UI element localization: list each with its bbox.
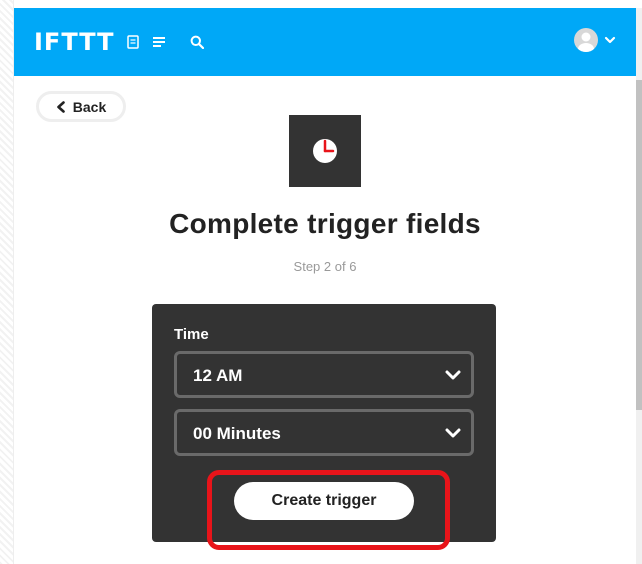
- time-field-label: Time: [174, 326, 209, 343]
- page-title: Complete trigger fields: [169, 208, 481, 239]
- list-icon[interactable]: [152, 35, 166, 49]
- scrollbar-thumb[interactable]: [636, 80, 642, 410]
- hour-select[interactable]: 12 AM: [174, 351, 474, 398]
- chevron-left-icon: [56, 100, 65, 113]
- step-indicator: Step 2 of 6: [293, 259, 357, 274]
- clock-icon: [313, 139, 337, 163]
- hour-select-value: 12 AM: [193, 366, 243, 385]
- top-navigation-bar: IFTTT: [14, 8, 636, 76]
- chevron-down-icon: [445, 370, 461, 380]
- chevron-down-icon: [445, 428, 461, 438]
- avatar-silhouette: [578, 32, 594, 52]
- page-edge-pattern: [0, 0, 14, 564]
- back-button-label: Back: [72, 98, 107, 115]
- document-icon[interactable]: [126, 35, 140, 49]
- annotation-highlight-box: [207, 470, 450, 550]
- minute-select[interactable]: 00 Minutes: [174, 409, 474, 456]
- chevron-down-icon[interactable]: [604, 35, 616, 45]
- back-button[interactable]: Back: [36, 91, 126, 122]
- search-icon[interactable]: [190, 35, 204, 49]
- minute-select-value: 00 Minutes: [193, 424, 281, 443]
- user-avatar-icon[interactable]: [574, 28, 598, 52]
- ifttt-logo[interactable]: IFTTT: [34, 28, 115, 56]
- service-tile: [289, 115, 361, 187]
